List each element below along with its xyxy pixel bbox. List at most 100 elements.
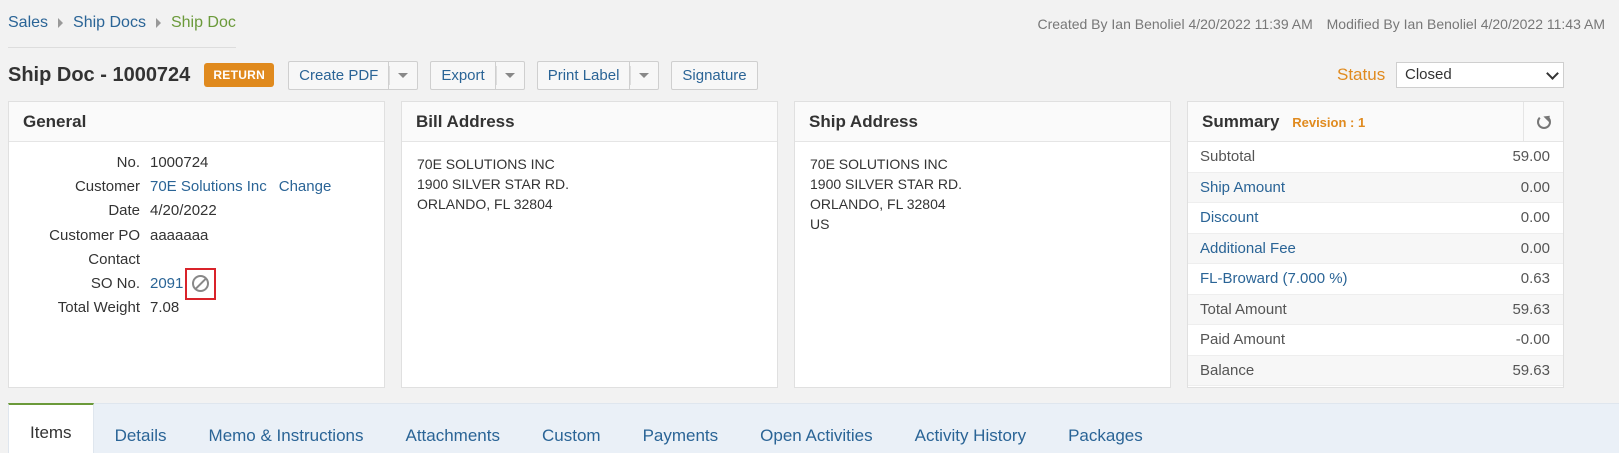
general-panel: General No. 1000724 Customer 70E Solutio… xyxy=(8,101,385,388)
caret-down-icon xyxy=(639,72,650,78)
tax-link[interactable]: FL-Broward (7.000 %) xyxy=(1200,270,1348,287)
audit-info: Created By Ian Benoliel 4/20/2022 11:39 … xyxy=(1027,16,1605,32)
summary-label: Balance xyxy=(1200,361,1255,379)
create-pdf-button[interactable]: Create PDF xyxy=(288,60,389,90)
summary-row-subtotal: Subtotal 59.00 xyxy=(1188,142,1563,173)
field-label: Date xyxy=(108,202,140,220)
tab-activity-history[interactable]: Activity History xyxy=(894,418,1047,453)
breadcrumb-sales[interactable]: Sales xyxy=(8,14,48,32)
tab-attachments[interactable]: Attachments xyxy=(384,418,521,453)
breadcrumb: Sales Ship Docs Ship Doc xyxy=(8,14,236,32)
status-select[interactable]: Closed xyxy=(1396,62,1564,88)
summary-heading: Summary xyxy=(1202,111,1280,131)
summary-label: Total Amount xyxy=(1200,300,1287,318)
field-customer: Customer 70E Solutions Inc Change xyxy=(9,174,384,198)
refresh-icon xyxy=(1536,114,1551,129)
address-line: ORLANDO, FL 32804 xyxy=(417,196,553,212)
breadcrumb-separator-icon xyxy=(155,18,161,28)
print-label-group: Print Label xyxy=(536,60,660,90)
field-no: No. 1000724 xyxy=(9,150,384,174)
summary-value: 59.00 xyxy=(1512,148,1550,166)
breadcrumb-separator-icon xyxy=(58,18,64,28)
summary-value: 0.00 xyxy=(1520,209,1550,227)
address-line: 70E SOLUTIONS INC xyxy=(417,156,555,172)
address-line: US xyxy=(810,216,830,232)
field-value: 1000724 xyxy=(150,153,209,171)
summary-rows: Subtotal 59.00 Ship Amount 0.00 Discount… xyxy=(1188,142,1563,386)
ban-icon xyxy=(192,275,210,293)
summary-value: 0.00 xyxy=(1520,239,1550,257)
title-row: Ship Doc - 1000724 RETURN Create PDF Exp… xyxy=(8,60,770,90)
bill-address-panel: Bill Address 70E SOLUTIONS INC 1900 SILV… xyxy=(401,101,778,388)
print-label-button[interactable]: Print Label xyxy=(536,60,630,90)
export-dropdown-button[interactable] xyxy=(494,60,525,90)
create-pdf-dropdown-button[interactable] xyxy=(388,60,419,90)
summary-row-total-amount: Total Amount 59.63 xyxy=(1188,294,1563,325)
tab-open-activities[interactable]: Open Activities xyxy=(739,418,893,453)
caret-down-icon xyxy=(398,72,409,78)
discount-link[interactable]: Discount xyxy=(1200,209,1258,226)
field-value: aaaaaaa xyxy=(150,226,209,244)
so-number-link[interactable]: 2091 xyxy=(150,275,183,292)
tab-details[interactable]: Details xyxy=(94,418,188,453)
ship-address-body: 70E SOLUTIONS INC 1900 SILVER STAR RD. O… xyxy=(795,142,1170,246)
revision-label: Revision : 1 xyxy=(1292,114,1366,130)
summary-row-paid-amount: Paid Amount -0.00 xyxy=(1188,325,1563,356)
summary-value: 59.63 xyxy=(1512,300,1550,318)
return-badge: RETURN xyxy=(204,63,275,87)
summary-value: -0.00 xyxy=(1515,331,1550,349)
status-value: Closed xyxy=(1405,66,1452,83)
tab-bar: Items Details Memo & Instructions Attach… xyxy=(8,403,1619,453)
summary-panel: Summary Revision : 1 Subtotal 59.00 Ship… xyxy=(1187,101,1564,388)
address-line: 70E SOLUTIONS INC xyxy=(810,156,948,172)
summary-row-balance: Balance 59.63 xyxy=(1188,355,1563,386)
address-line: 1900 SILVER STAR RD. xyxy=(417,176,569,192)
address-line: 1900 SILVER STAR RD. xyxy=(810,176,962,192)
ship-address-panel: Ship Address 70E SOLUTIONS INC 1900 SILV… xyxy=(794,101,1171,388)
breadcrumb-ship-docs[interactable]: Ship Docs xyxy=(73,14,146,32)
tab-custom[interactable]: Custom xyxy=(521,418,622,453)
page-title: Ship Doc - 1000724 xyxy=(8,63,191,86)
summary-refresh-button[interactable] xyxy=(1523,102,1563,141)
general-heading: General xyxy=(9,102,384,142)
summary-label: Subtotal xyxy=(1200,148,1256,166)
ship-address-heading: Ship Address xyxy=(795,102,1170,142)
so-remove-button[interactable] xyxy=(185,267,217,300)
field-label: Total Weight xyxy=(57,299,140,317)
field-label: Contact xyxy=(88,250,140,268)
field-value: 7.08 xyxy=(150,299,180,317)
change-customer-link[interactable]: Change xyxy=(279,178,332,195)
tab-items[interactable]: Items xyxy=(8,403,94,453)
field-value: 4/20/2022 xyxy=(150,202,217,220)
additional-fee-link[interactable]: Additional Fee xyxy=(1200,240,1296,257)
field-so-no: SO No. 2091 xyxy=(9,267,384,300)
caret-down-icon xyxy=(504,72,515,78)
tab-packages[interactable]: Packages xyxy=(1047,418,1164,453)
breadcrumb-ship-doc: Ship Doc xyxy=(170,14,236,31)
summary-row-discount: Discount 0.00 xyxy=(1188,203,1563,234)
bill-address-body: 70E SOLUTIONS INC 1900 SILVER STAR RD. O… xyxy=(402,142,777,226)
field-label: Customer PO xyxy=(49,226,140,244)
export-group: Export xyxy=(430,60,525,90)
chevron-down-icon xyxy=(1546,67,1559,80)
field-label: Customer xyxy=(74,177,140,195)
top-bar: Sales Ship Docs Ship Doc Created By Ian … xyxy=(0,0,1619,48)
summary-row-additional-fee: Additional Fee 0.00 xyxy=(1188,233,1563,264)
breadcrumb-divider xyxy=(8,47,236,48)
ship-amount-link[interactable]: Ship Amount xyxy=(1200,179,1285,196)
modified-by: Modified By Ian Benoliel 4/20/2022 11:43… xyxy=(1326,16,1605,32)
print-label-dropdown-button[interactable] xyxy=(629,60,660,90)
summary-header: Summary Revision : 1 xyxy=(1188,102,1563,142)
signature-button[interactable]: Signature xyxy=(671,60,758,90)
field-label: SO No. xyxy=(90,275,140,293)
field-date: Date 4/20/2022 xyxy=(9,199,384,223)
summary-label: Paid Amount xyxy=(1200,331,1286,349)
create-pdf-group: Create PDF xyxy=(288,60,419,90)
customer-link[interactable]: 70E Solutions Inc xyxy=(150,178,267,195)
bill-address-heading: Bill Address xyxy=(402,102,777,142)
export-button[interactable]: Export xyxy=(430,60,495,90)
created-by: Created By Ian Benoliel 4/20/2022 11:39 … xyxy=(1037,16,1313,32)
tab-payments[interactable]: Payments xyxy=(622,418,740,453)
field-label: No. xyxy=(116,153,140,171)
tab-memo-instructions[interactable]: Memo & Instructions xyxy=(188,418,385,453)
